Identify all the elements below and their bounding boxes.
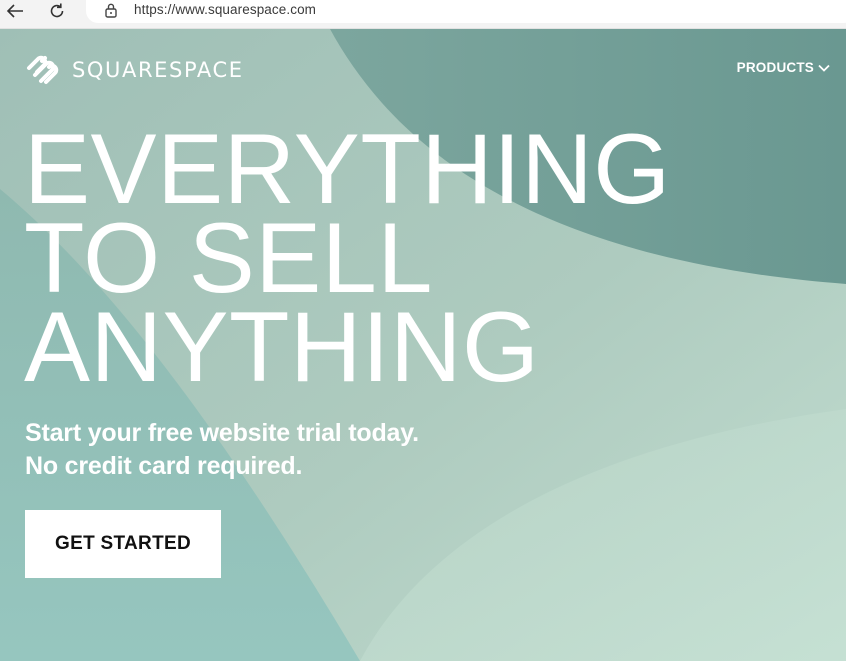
logo-wordmark: SQUARESPACE bbox=[72, 58, 244, 82]
chevron-down-icon bbox=[818, 64, 830, 72]
hero-subheadline: Start your free website trial today. No … bbox=[25, 417, 419, 483]
headline-line: ANYTHING bbox=[24, 291, 540, 402]
address-bar[interactable]: https://www.squarespace.com bbox=[86, 0, 846, 23]
products-menu-label: PRODUCTS bbox=[736, 60, 814, 75]
browser-toolbar: https://www.squarespace.com bbox=[0, 0, 846, 29]
hero-headline: EVERYTHING TO SELL ANYTHING bbox=[24, 113, 671, 402]
headline-line: TO SELL bbox=[24, 202, 433, 313]
subheadline-line: No credit card required. bbox=[25, 452, 303, 480]
back-arrow-icon[interactable] bbox=[2, 0, 28, 22]
squarespace-logo[interactable]: SQUARESPACE bbox=[25, 53, 244, 87]
url-text[interactable]: https://www.squarespace.com bbox=[134, 2, 316, 17]
hero-section: SQUARESPACE PRODUCTS EVERYTHING TO SELL … bbox=[0, 29, 846, 661]
reload-icon[interactable] bbox=[44, 0, 70, 22]
products-menu[interactable]: PRODUCTS bbox=[737, 60, 830, 75]
get-started-button[interactable]: GET STARTED bbox=[25, 510, 221, 578]
headline-line: EVERYTHING bbox=[24, 113, 671, 224]
subheadline-line: Start your free website trial today. bbox=[25, 419, 419, 447]
lock-icon[interactable] bbox=[104, 2, 118, 18]
squarespace-logo-icon bbox=[27, 55, 59, 84]
